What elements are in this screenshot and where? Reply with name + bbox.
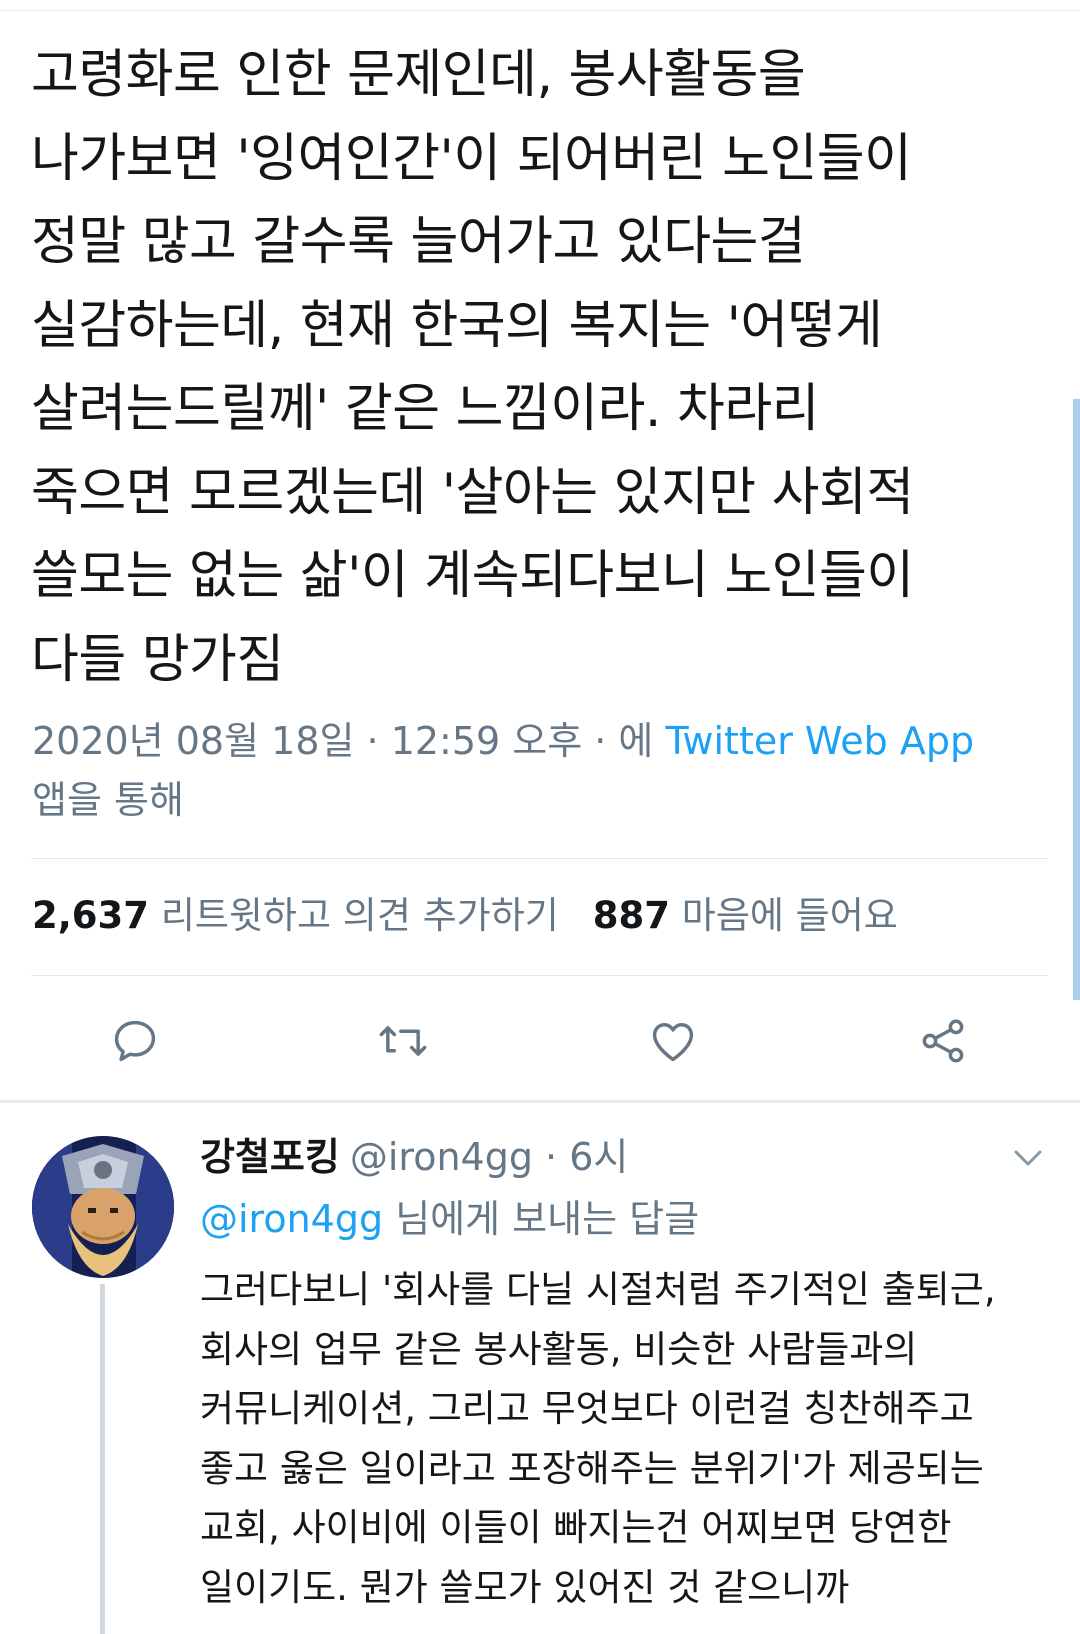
tweet-text-line: 나가보면 '잉여인간'이 되어버린 노인들이 xyxy=(31,128,912,189)
reply-text-line: 좋고 옳은 일이라고 포장해주는 분위기'가 제공되는 xyxy=(200,1446,984,1490)
scrollbar[interactable] xyxy=(1073,399,1080,1000)
tweet-source-suffix: 앱을 통해 xyxy=(32,778,184,822)
reply-header: 강철포킹 @iron4gg · 6시 xyxy=(200,1128,628,1186)
reply-mention-link[interactable]: @iron4gg xyxy=(200,1197,383,1241)
chevron-down-icon[interactable] xyxy=(1010,1140,1046,1176)
reply-time: · 6시 xyxy=(545,1135,629,1179)
like-stat[interactable]: 887 마음에 들어요 xyxy=(593,894,898,937)
reply-to-label: 님에게 보내는 답글 xyxy=(395,1197,700,1241)
tweet-text-line: 살려는드릴께' 같은 느낌이라. 차라리 xyxy=(31,379,820,439)
tweet-source-link[interactable]: Twitter Web App xyxy=(665,719,974,763)
reply-to-line: @iron4gg 님에게 보내는 답글 xyxy=(200,1190,699,1248)
tweet-text-line: 죽으면 모르겠는데 '살아는 있지만 사회적 xyxy=(31,462,914,523)
like-button[interactable] xyxy=(646,1014,700,1068)
like-label: 마음에 들어요 xyxy=(681,894,898,937)
like-count: 887 xyxy=(592,894,671,937)
tweet-meta: 2020년 08월 18일 · 12:59 오후 · 에 Twitter Web… xyxy=(32,712,1012,830)
reply-text-line: 교회, 사이비에 이들이 빠지는건 어찌보면 당연한 xyxy=(200,1506,952,1549)
reply-author-handle[interactable]: @iron4gg xyxy=(350,1135,533,1179)
reply-text-line: 그러다보니 '회사를 다닐 시절처럼 주기적인 출퇴근, xyxy=(200,1268,996,1311)
reply-text-line: 회사의 업무 같은 봉사활동, 비슷한 사람들과의 xyxy=(200,1327,918,1371)
thread-line xyxy=(100,1284,105,1634)
divider xyxy=(31,858,1048,859)
retweet-label: 리트윗하고 의견 추가하기 xyxy=(160,894,559,937)
tweet-timestamp: 2020년 08월 18일 · 12:59 오후 · 에 xyxy=(32,719,666,763)
reply-text: 그러다보니 '회사를 다닐 시절처럼 주기적인 출퇴근, 회사의 업무 같은 봉… xyxy=(200,1260,1050,1617)
tweet-text-line: 고령화로 인한 문제인데, 봉사활동을 xyxy=(31,45,806,105)
reply-button[interactable] xyxy=(108,1014,162,1068)
avatar-image xyxy=(32,1136,174,1278)
retweet-stat[interactable]: 2,637 리트윗하고 의견 추가하기 xyxy=(32,894,559,937)
section-divider xyxy=(0,1100,1080,1103)
tweet-text-line: 정말 많고 갈수록 늘어가고 있다는걸 xyxy=(31,212,806,272)
retweet-icon xyxy=(379,1026,427,1056)
tweet-text: 고령화로 인한 문제인데, 봉사활동을 나가보면 '잉여인간'이 되어버린 노인… xyxy=(31,34,1021,702)
share-icon xyxy=(922,1019,964,1063)
tweet-text-line: 쓸모는 없는 삶'이 계속되다보니 노인들이 xyxy=(31,546,914,606)
top-divider xyxy=(0,10,1080,11)
reply-text-line: 일이기도. 뭔가 쓸모가 있어진 것 같으니까 xyxy=(200,1565,850,1609)
divider xyxy=(31,975,1048,976)
avatar[interactable] xyxy=(32,1136,174,1278)
tweet-stats: 2,637 리트윗하고 의견 추가하기 887 마음에 들어요 xyxy=(32,888,898,944)
reply-author-name[interactable]: 강철포킹 xyxy=(200,1135,340,1179)
heart-icon xyxy=(652,1023,694,1062)
tweet-text-line: 실감하는데, 현재 한국의 복지는 '어떻게 xyxy=(31,295,883,356)
reply-icon xyxy=(114,1020,156,1062)
retweet-count: 2,637 xyxy=(32,894,150,937)
retweet-button[interactable] xyxy=(376,1014,430,1068)
reply-text-line: 커뮤니케이션, 그리고 무엇보다 이런걸 칭찬해주고 xyxy=(200,1387,974,1430)
share-button[interactable] xyxy=(916,1014,970,1068)
tweet-text-line: 다들 망가짐 xyxy=(31,629,284,690)
